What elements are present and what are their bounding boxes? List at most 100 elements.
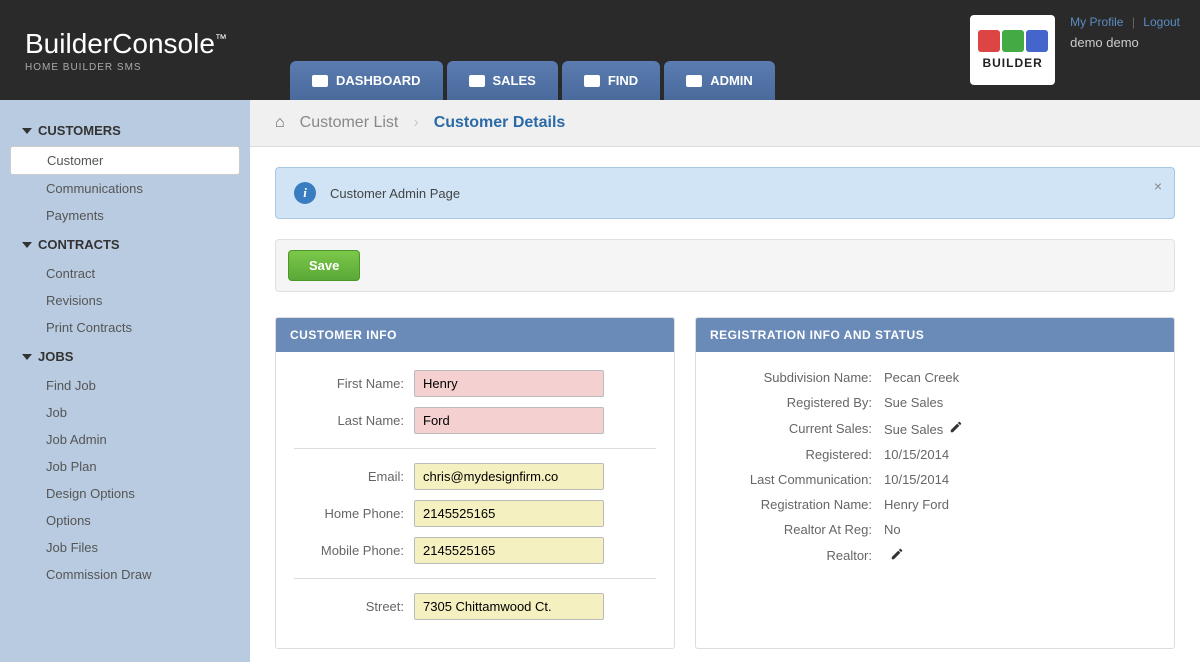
toolbar: Save [275,239,1175,292]
app-logo: BuilderConsole™ HOME BUILDER SMS [0,8,252,93]
realtor-at-reg-value: No [884,522,901,537]
registration-panel: REGISTRATION INFO AND STATUS Subdivision… [695,317,1175,649]
pencil-icon[interactable] [890,547,904,561]
speech-icon [584,75,600,87]
sidebar-item-design-options[interactable]: Design Options [10,480,240,507]
nav-label: SALES [493,73,536,88]
main-nav: DASHBOARD SALES FIND ADMIN [290,61,779,100]
builder-logo-text: BUILDER [982,56,1042,70]
form-row-mobile-phone: Mobile Phone: [294,537,656,564]
mobile-phone-label: Mobile Phone: [294,543,414,558]
sidebar-item-options[interactable]: Options [10,507,240,534]
pencil-icon[interactable] [949,420,963,434]
home-icon[interactable]: ⌂ [275,114,285,132]
customer-info-panel: CUSTOMER INFO First Name: Last Name: Em [275,317,675,649]
last-communication-value: 10/15/2014 [884,472,949,487]
sidebar-group-jobs[interactable]: JOBS [10,341,240,372]
current-sales-value: Sue Sales [884,422,943,437]
sidebar-group-label: CUSTOMERS [38,123,121,138]
puzzle-icon [978,30,1000,52]
breadcrumb-customer-list[interactable]: Customer List [300,114,399,132]
mobile-phone-input[interactable] [414,537,604,564]
email-label: Email: [294,469,414,484]
form-row-last-name: Last Name: [294,407,656,434]
caret-down-icon [22,354,32,360]
nav-tab-admin[interactable]: ADMIN [664,61,775,100]
panel-header: CUSTOMER INFO [276,318,674,352]
registered-label: Registered: [714,447,884,462]
speech-icon [686,75,702,87]
sidebar-group-customers[interactable]: CUSTOMERS [10,115,240,146]
puzzle-icon [1026,30,1048,52]
logo-subtitle: HOME BUILDER SMS [25,62,227,73]
logo-trademark: ™ [215,31,227,45]
registered-by-value: Sue Sales [884,395,943,410]
divider [294,578,656,579]
sidebar-item-job-files[interactable]: Job Files [10,534,240,561]
realtor-at-reg-label: Realtor At Reg: [714,522,884,537]
sidebar-item-job-admin[interactable]: Job Admin [10,426,240,453]
info-row-registered-by: Registered By: Sue Sales [714,395,1156,410]
puzzle-icon [1002,30,1024,52]
banner-text: Customer Admin Page [330,186,460,201]
sidebar-item-contract[interactable]: Contract [10,260,240,287]
sidebar-item-payments[interactable]: Payments [10,202,240,229]
street-label: Street: [294,599,414,614]
user-links: My Profile | Logout [1070,15,1180,29]
panels: CUSTOMER INFO First Name: Last Name: Em [275,317,1175,649]
last-name-input[interactable] [414,407,604,434]
sidebar-item-customer[interactable]: Customer [10,146,240,175]
current-sales-label: Current Sales: [714,421,884,436]
last-communication-label: Last Communication: [714,472,884,487]
registration-name-value: Henry Ford [884,497,949,512]
info-banner: i Customer Admin Page × [275,167,1175,219]
sidebar-group-label: CONTRACTS [38,237,120,252]
caret-down-icon [22,128,32,134]
sidebar-item-find-job[interactable]: Find Job [10,372,240,399]
panel-body: Subdivision Name: Pecan Creek Registered… [696,352,1174,592]
subdivision-value: Pecan Creek [884,370,959,385]
caret-down-icon [22,242,32,248]
sidebar-item-commission-draw[interactable]: Commission Draw [10,561,240,588]
sidebar-item-revisions[interactable]: Revisions [10,287,240,314]
first-name-input[interactable] [414,370,604,397]
form-row-street: Street: [294,593,656,620]
street-input[interactable] [414,593,604,620]
email-input[interactable] [414,463,604,490]
registered-by-label: Registered By: [714,395,884,410]
separator: | [1132,15,1135,29]
breadcrumb-customer-details[interactable]: Customer Details [434,114,566,132]
info-row-realtor-at-reg: Realtor At Reg: No [714,522,1156,537]
sidebar-item-communications[interactable]: Communications [10,175,240,202]
sidebar-item-print-contracts[interactable]: Print Contracts [10,314,240,341]
info-row-registered: Registered: 10/15/2014 [714,447,1156,462]
last-name-label: Last Name: [294,413,414,428]
nav-label: FIND [608,73,638,88]
builder-logo: BUILDER [970,15,1055,85]
logout-link[interactable]: Logout [1143,15,1180,29]
info-row-realtor: Realtor: [714,547,1156,564]
user-area: My Profile | Logout demo demo [1070,15,1180,50]
nav-tab-sales[interactable]: SALES [447,61,558,100]
sidebar-item-job[interactable]: Job [10,399,240,426]
speech-icon [312,75,328,87]
nav-tab-find[interactable]: FIND [562,61,660,100]
logo-text: BuilderConsole [25,28,215,59]
nav-label: DASHBOARD [336,73,421,88]
sidebar-group-contracts[interactable]: CONTRACTS [10,229,240,260]
header: BuilderConsole™ HOME BUILDER SMS DASHBOA… [0,0,1200,100]
close-icon[interactable]: × [1154,178,1162,194]
first-name-label: First Name: [294,376,414,391]
sidebar-item-job-plan[interactable]: Job Plan [10,453,240,480]
info-icon: i [294,182,316,204]
my-profile-link[interactable]: My Profile [1070,15,1123,29]
nav-label: ADMIN [710,73,753,88]
home-phone-label: Home Phone: [294,506,414,521]
save-button[interactable]: Save [288,250,360,281]
sidebar: CUSTOMERS Customer Communications Paymen… [0,100,250,662]
info-row-current-sales: Current Sales: Sue Sales [714,420,1156,437]
nav-tab-dashboard[interactable]: DASHBOARD [290,61,443,100]
speech-icon [469,75,485,87]
home-phone-input[interactable] [414,500,604,527]
sidebar-group-label: JOBS [38,349,73,364]
